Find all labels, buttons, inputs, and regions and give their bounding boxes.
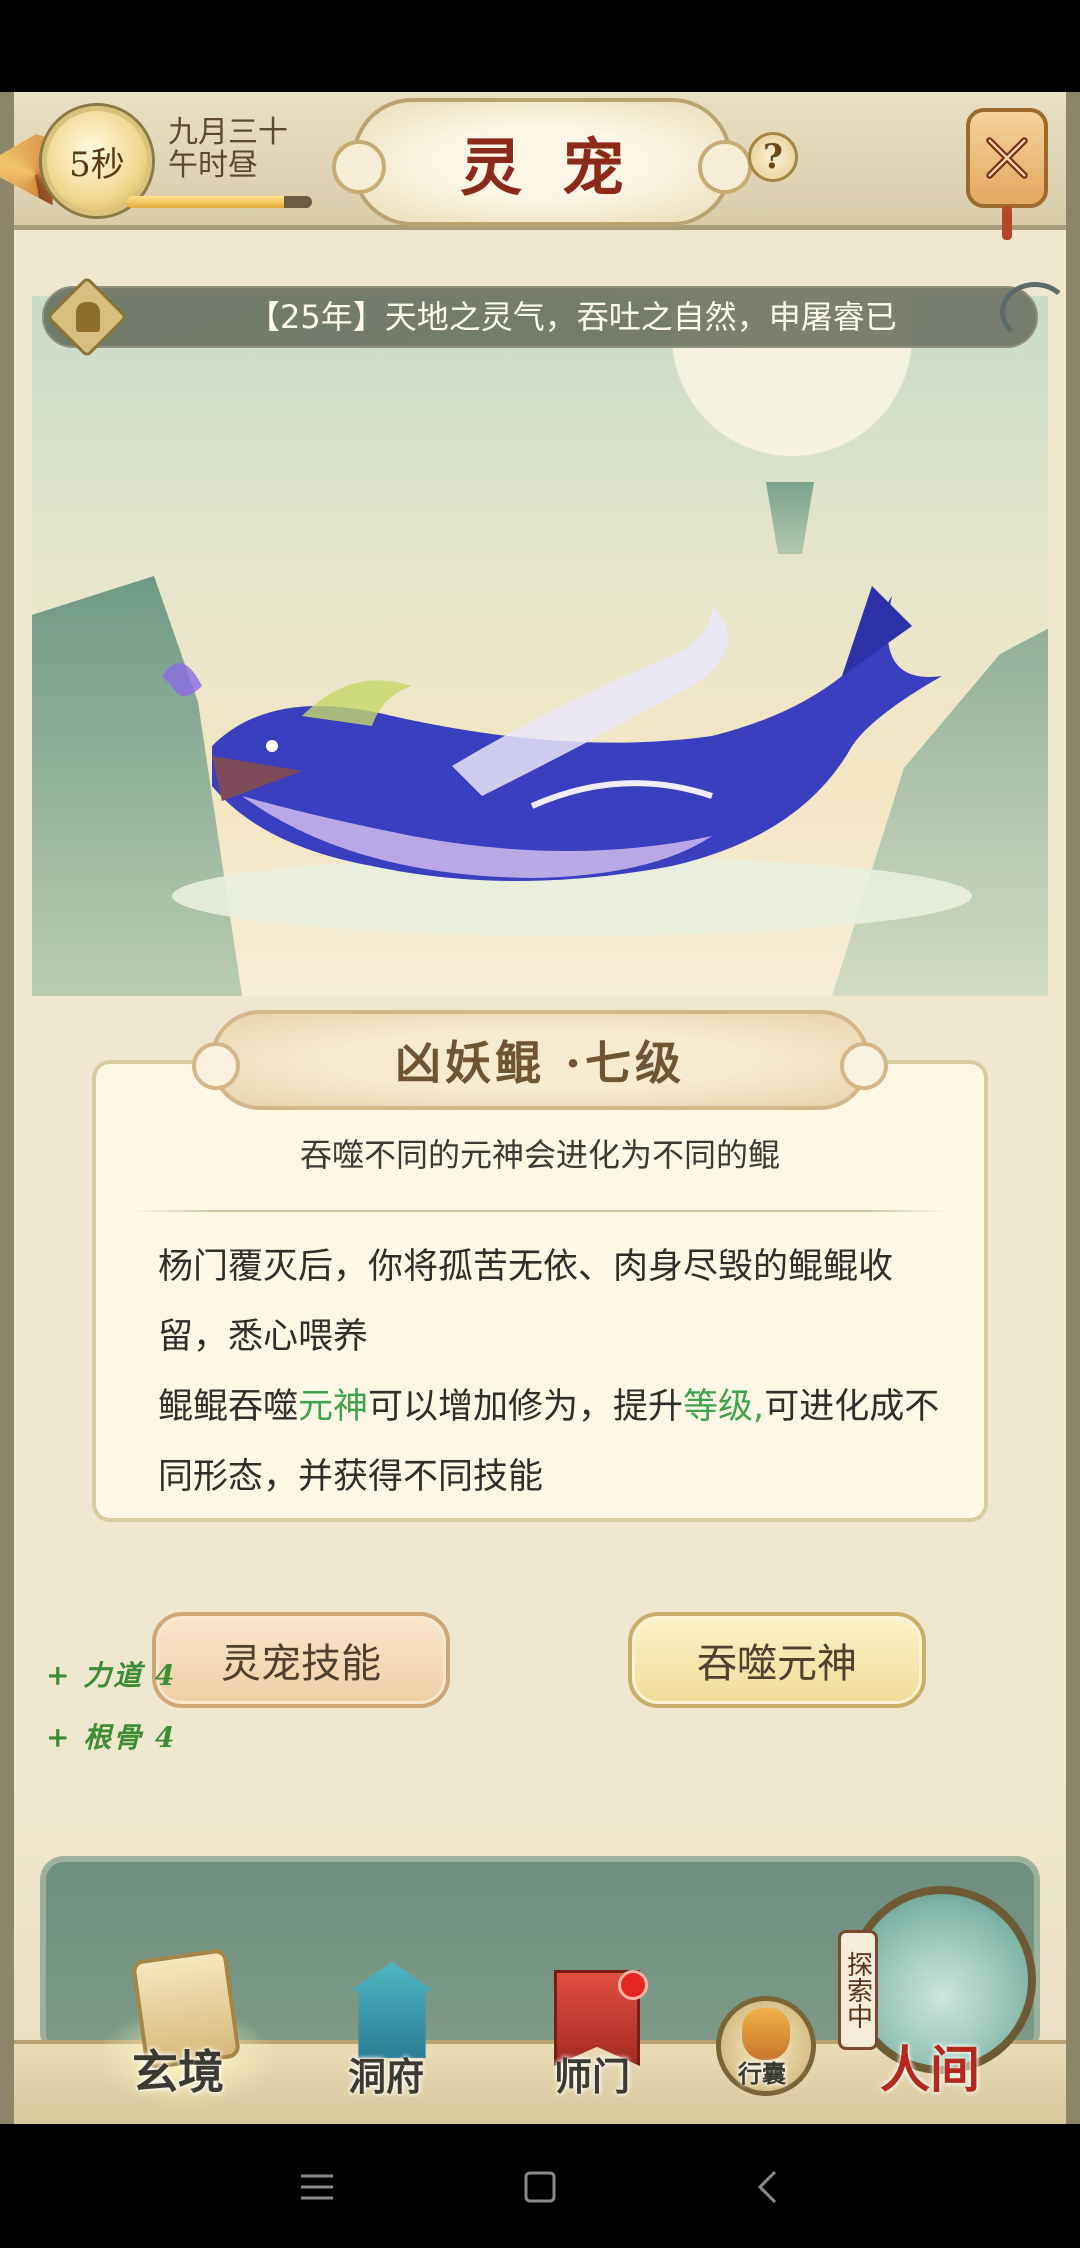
desc-paragraph-1: 杨门覆灭后，你将孤苦无依、肉身尽毁的鲲鲲收留，悉心喂养 (158, 1247, 894, 1357)
nav-xuanjing-label: 玄境 (132, 2045, 224, 2099)
menu-icon (301, 2174, 333, 2200)
desc-text: 鲲鲲吞噬 (158, 1387, 299, 1427)
pet-skill-button[interactable]: 灵宠技能 (152, 1612, 450, 1708)
menu-button[interactable] (292, 2162, 342, 2212)
nav-shimen-label: 师门 (554, 2054, 631, 2099)
date-line-1: 九月三十 (168, 115, 288, 150)
home-button[interactable] (515, 2162, 565, 2212)
bag-icon (742, 2008, 790, 2060)
page-title: 灵宠 (459, 131, 664, 204)
back-button[interactable] (742, 2162, 792, 2212)
floating-island-illustration (766, 482, 814, 554)
date-line-2: 午时昼 (168, 148, 258, 183)
title-plaque: 灵宠 (332, 98, 752, 226)
help-icon: ? (763, 137, 783, 177)
panel-divider (130, 1210, 950, 1212)
devour-soul-label: 吞噬元神 (697, 1641, 857, 1687)
help-button[interactable]: ? (748, 132, 798, 182)
kun-creature-image (152, 566, 1012, 966)
game-date: 九月三十 午时昼 (168, 116, 328, 182)
status-area (0, 0, 1080, 92)
notice-text: 【25年】天地之灵气，吞吐之自然，申屠睿已 (248, 298, 897, 336)
pet-subtitle: 吞噬不同的元神会进化为不同的鲲 (299, 1136, 780, 1174)
nav-xingnang-label: 行囊 (738, 2059, 786, 2088)
desc-paragraph-2: 鲲鲲吞噬元神可以增加修为，提升等级,可进化成不同形态，并获得不同技能 (120, 1372, 960, 1512)
back-icon (757, 2170, 777, 2204)
close-icon (986, 137, 1028, 179)
highlight-soul: 元神 (298, 1387, 369, 1427)
explore-status-tag: 探索中 (838, 1930, 878, 2050)
desc-text: 可以增加修为，提升 (368, 1387, 684, 1427)
kun-illustration (162, 586, 972, 936)
close-button[interactable] (966, 108, 1048, 208)
pet-name: 凶妖鲲 ·七级 (394, 1036, 686, 1090)
cloud-swirl-ornament (1000, 282, 1070, 342)
stat-strength: + 力道 4 (46, 1659, 177, 1692)
pet-skill-label: 灵宠技能 (221, 1641, 381, 1687)
nav-dongfu-label: 洞府 (348, 2054, 425, 2099)
home-icon (524, 2171, 556, 2203)
notification-dot (618, 1970, 648, 2000)
nav-renjian-label: 人间 (880, 2040, 980, 2099)
time-progress-bar (126, 196, 312, 208)
timer-text: 5秒 (69, 144, 125, 185)
time-progress-fill (126, 196, 285, 208)
devour-soul-button[interactable]: 吞噬元神 (628, 1612, 926, 1708)
bell-icon-body (76, 302, 100, 332)
stat-constitution: + 根骨 4 (46, 1721, 177, 1754)
pet-description: 杨门覆灭后，你将孤苦无依、肉身尽毁的鲲鲲收留，悉心喂养 鲲鲲吞噬元神可以增加修为… (120, 1232, 960, 1512)
highlight-level: 等级, (683, 1387, 765, 1427)
close-tassel-ornament (1002, 206, 1012, 240)
pet-scene (32, 296, 1048, 996)
pet-name-plaque: 凶妖鲲 ·七级 (192, 1010, 888, 1110)
